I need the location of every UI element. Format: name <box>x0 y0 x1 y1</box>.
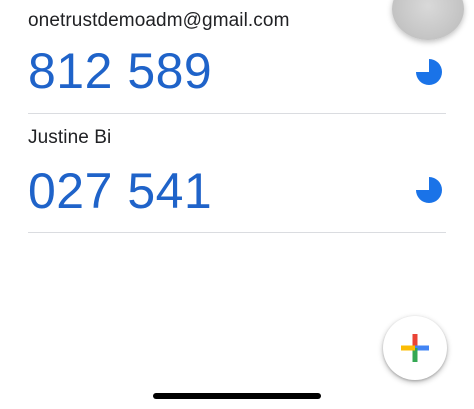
otp-code[interactable]: 812 589 <box>28 46 212 96</box>
home-indicator[interactable] <box>153 393 321 399</box>
account-card[interactable]: onetrustdemoadm@gmail.com 812 589 <box>28 0 446 114</box>
account-card[interactable]: Justine Bi 027 541 <box>28 114 446 233</box>
timer-pie-slice <box>416 59 442 85</box>
timer-pie-slice <box>416 177 442 203</box>
countdown-timer-icon <box>416 59 442 85</box>
add-account-button[interactable] <box>383 316 447 380</box>
countdown-timer-icon <box>416 177 442 203</box>
otp-code[interactable]: 027 541 <box>28 166 212 216</box>
divider <box>28 232 446 233</box>
account-name: Justine Bi <box>28 127 112 148</box>
account-name: onetrustdemoadm@gmail.com <box>28 10 290 31</box>
plus-icon <box>401 334 429 362</box>
